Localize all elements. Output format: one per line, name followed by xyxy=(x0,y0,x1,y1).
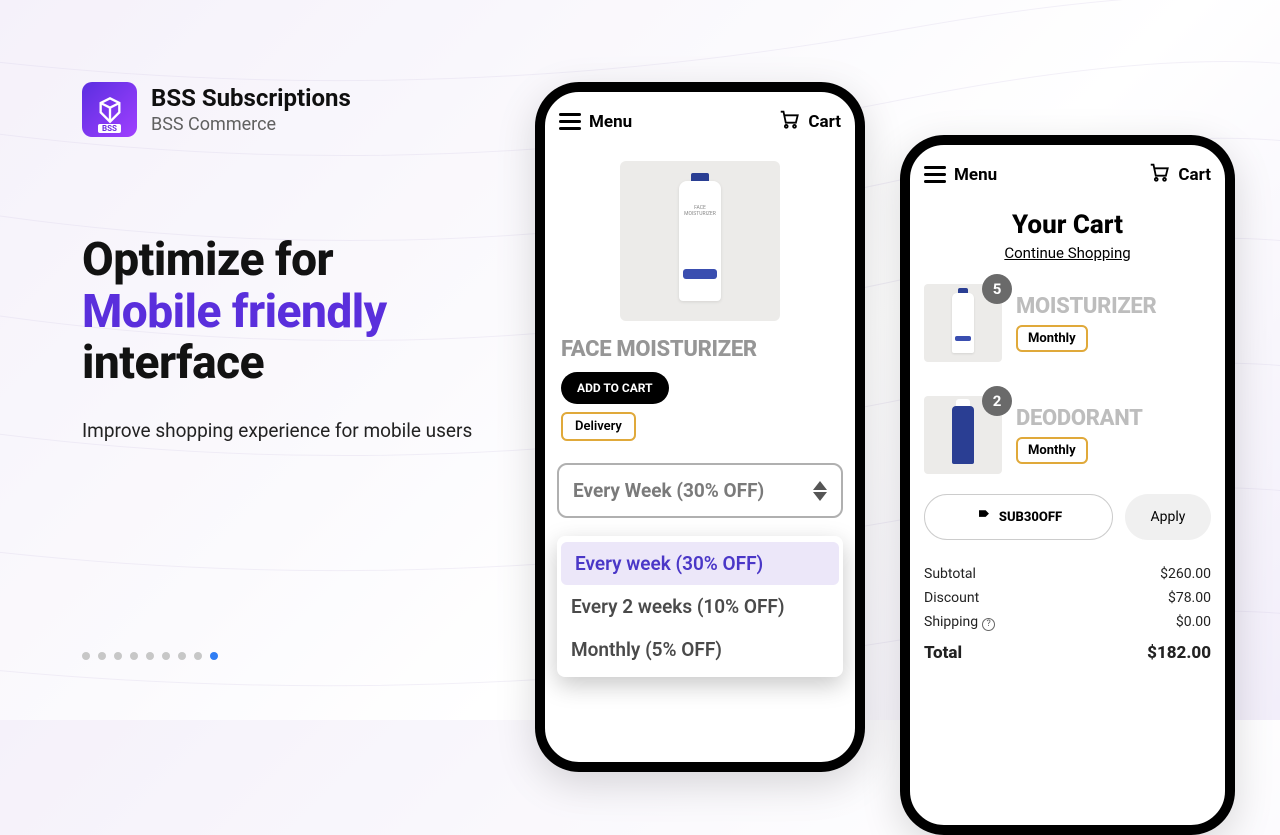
shipping-value: $0.00 xyxy=(1176,614,1211,631)
carousel-dot[interactable] xyxy=(130,652,138,660)
delivery-chip[interactable]: Delivery xyxy=(561,412,636,441)
hamburger-icon xyxy=(559,113,581,130)
cart-item-frequency: Monthly xyxy=(1016,437,1088,464)
cart-label: Cart xyxy=(808,112,841,132)
carousel-dots[interactable] xyxy=(82,652,218,660)
menu-button[interactable]: Menu xyxy=(924,165,997,185)
discount-label: Discount xyxy=(924,590,979,606)
tagline: Improve shopping experience for mobile u… xyxy=(82,418,482,444)
carousel-dot[interactable] xyxy=(146,652,154,660)
frequency-option[interactable]: Monthly (5% OFF) xyxy=(557,628,843,671)
apply-button[interactable]: Apply xyxy=(1125,494,1211,540)
headline-line3: interface xyxy=(82,336,264,390)
promo-code-value: SUB30OFF xyxy=(999,510,1062,525)
frequency-option[interactable]: Every 2 weeks (10% OFF) xyxy=(557,585,843,628)
headline-accent: Mobile friendly xyxy=(82,285,387,339)
product-image: FACE MOISTURIZER xyxy=(620,161,780,321)
add-to-cart-button[interactable]: ADD TO CART xyxy=(561,372,669,404)
discount-value: $78.00 xyxy=(1168,590,1211,606)
carousel-dot-active[interactable] xyxy=(210,652,218,660)
subtotal-label: Subtotal xyxy=(924,566,976,582)
carousel-dot[interactable] xyxy=(178,652,186,660)
cart-item: 5 MOISTURIZER Monthly xyxy=(910,276,1225,370)
total-label: Total xyxy=(924,643,962,663)
frequency-dropdown: Every week (30% OFF) Every 2 weeks (10% … xyxy=(557,536,843,677)
menu-label: Menu xyxy=(589,112,632,132)
headline-line1: Optimize for xyxy=(82,233,333,287)
carousel-dot[interactable] xyxy=(194,652,202,660)
hamburger-icon xyxy=(924,166,946,183)
qty-badge: 2 xyxy=(982,386,1012,416)
cart-item-name: MOISTURIZER xyxy=(1016,294,1211,319)
cart-icon xyxy=(1148,161,1170,188)
carousel-dot[interactable] xyxy=(82,652,90,660)
shipping-info-icon[interactable]: ? xyxy=(982,618,995,631)
total-value: $182.00 xyxy=(1147,643,1211,663)
cart-item-thumb: 2 xyxy=(924,396,1002,474)
cart-button[interactable]: Cart xyxy=(1148,161,1211,188)
product-name: FACE MOISTURIZER xyxy=(545,337,855,362)
cart-item-name: DEODORANT xyxy=(1016,406,1211,431)
menu-label: Menu xyxy=(954,165,997,185)
cart-label: Cart xyxy=(1178,165,1211,185)
frequency-select-value: Every Week (30% OFF) xyxy=(573,479,764,502)
frequency-select[interactable]: Every Week (30% OFF) xyxy=(557,463,843,518)
headline: Optimize for Mobile friendly interface xyxy=(82,235,502,390)
brand-title: BSS Subscriptions xyxy=(151,84,351,112)
brand-logo-icon: BSS xyxy=(82,82,137,137)
totals-block: Subtotal $260.00 Discount $78.00 Shipping?… xyxy=(910,558,1225,671)
brand-logo-tag: BSS xyxy=(98,124,121,133)
cart-icon xyxy=(778,108,800,135)
phone-product-mockup: Menu Cart FACE MOISTURIZER FACE MOISTURI… xyxy=(535,82,865,772)
shipping-label: Shipping xyxy=(924,614,978,630)
subtotal-value: $260.00 xyxy=(1160,566,1211,582)
brand-subtitle: BSS Commerce xyxy=(151,114,351,135)
cart-item-thumb: 5 xyxy=(924,284,1002,362)
select-stepper-icon xyxy=(813,481,827,501)
qty-badge: 5 xyxy=(982,274,1012,304)
promo-code-input[interactable]: SUB30OFF xyxy=(924,494,1113,540)
cart-item-frequency: Monthly xyxy=(1016,325,1088,352)
menu-button[interactable]: Menu xyxy=(559,112,632,132)
tag-icon xyxy=(975,507,991,527)
cart-item: 2 DEODORANT Monthly xyxy=(910,388,1225,482)
cart-button[interactable]: Cart xyxy=(778,108,841,135)
carousel-dot[interactable] xyxy=(98,652,106,660)
phone-cart-mockup: Menu Cart Your Cart Continue Shopping 5 … xyxy=(900,135,1235,835)
continue-shopping-link[interactable]: Continue Shopping xyxy=(910,244,1225,262)
cart-title: Your Cart xyxy=(910,210,1225,240)
frequency-option[interactable]: Every week (30% OFF) xyxy=(561,542,839,585)
brand-block: BSS BSS Subscriptions BSS Commerce xyxy=(82,82,502,137)
carousel-dot[interactable] xyxy=(162,652,170,660)
carousel-dot[interactable] xyxy=(114,652,122,660)
